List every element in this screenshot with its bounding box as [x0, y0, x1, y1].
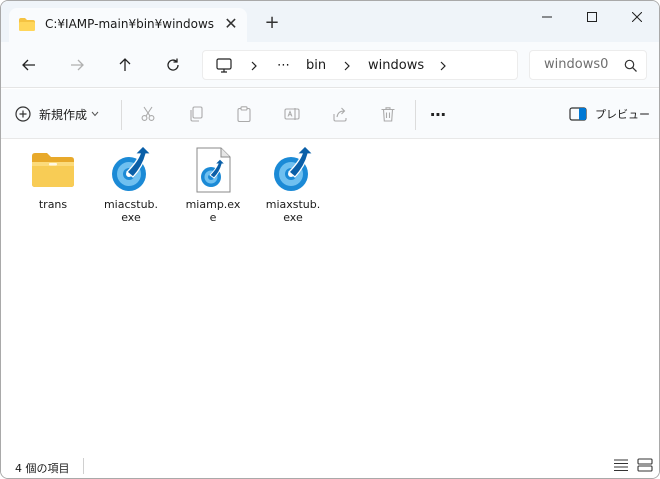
clipboard-icon [237, 106, 251, 122]
paste-button[interactable] [233, 103, 255, 125]
folder-icon [19, 18, 35, 31]
maximize-icon [587, 12, 597, 22]
more-options-button[interactable]: ⋯ [427, 103, 449, 125]
address-bar[interactable]: ⋯ bin windows [202, 50, 518, 80]
share-button[interactable] [329, 103, 351, 125]
exe-file-icon [196, 147, 231, 193]
chevron-right-icon[interactable] [250, 61, 258, 71]
forward-button[interactable] [63, 51, 91, 79]
search-icon [624, 59, 637, 72]
file-item-miacstub[interactable]: miacstub.exe [95, 146, 167, 224]
plus-circle-icon [15, 106, 31, 122]
file-item-trans[interactable]: trans [17, 146, 89, 211]
copy-button[interactable] [185, 103, 207, 125]
computer-icon [216, 58, 232, 73]
arrow-left-icon [22, 59, 35, 71]
file-name: miacstub.exe [103, 198, 159, 224]
refresh-icon [167, 58, 179, 71]
preview-label: プレビュー [595, 108, 650, 121]
rename-button[interactable] [281, 103, 303, 125]
arrow-up-icon [119, 58, 131, 71]
file-name: miaxstub.exe [265, 198, 321, 224]
arrow-right-icon [71, 59, 84, 71]
title-bar: C:¥IAMP-main¥bin¥windows ✕ + [1, 1, 659, 42]
maximize-button[interactable] [569, 1, 615, 33]
tab-current[interactable]: C:¥IAMP-main¥bin¥windows ✕ [9, 8, 247, 42]
minimize-icon [542, 16, 552, 18]
details-view-icon[interactable] [613, 458, 629, 472]
navigation-bar: ⋯ bin windows windows0 [1, 42, 659, 88]
close-icon [632, 12, 642, 22]
tiles-view-icon[interactable] [637, 458, 653, 472]
status-bar: 4 個の項目 [1, 450, 659, 478]
file-name: trans [38, 198, 68, 211]
breadcrumb-windows[interactable]: windows [368, 51, 424, 81]
refresh-button[interactable] [159, 51, 187, 79]
rename-icon [284, 108, 300, 120]
separator [121, 100, 122, 130]
file-name: miamp.exe [185, 198, 241, 224]
cut-button[interactable] [137, 103, 159, 125]
separator [83, 458, 84, 474]
separator [415, 100, 416, 130]
breadcrumb-bin[interactable]: bin [306, 51, 326, 81]
tab-close-icon[interactable]: ✕ [221, 14, 241, 34]
item-count: 4 個の項目 [15, 462, 70, 475]
breadcrumb-overflow[interactable]: ⋯ [277, 51, 290, 81]
tab-title: C:¥IAMP-main¥bin¥windows [45, 17, 215, 31]
file-item-miamp[interactable]: miamp.exe [177, 146, 249, 224]
chevron-down-icon [91, 111, 99, 117]
trash-icon [381, 107, 395, 122]
search-box[interactable]: windows0 [529, 50, 647, 80]
delete-button[interactable] [377, 103, 399, 125]
scissors-icon [141, 106, 155, 121]
close-window-button[interactable] [614, 1, 659, 33]
chevron-right-icon[interactable] [343, 61, 351, 71]
command-bar: 新規作成 ⋯ プレビュー [1, 89, 659, 139]
chevron-right-icon[interactable] [439, 61, 447, 71]
back-button[interactable] [15, 51, 43, 79]
exe-disc-arrow-icon [112, 146, 153, 191]
copy-icon [190, 106, 203, 122]
preview-pane-icon [569, 107, 587, 121]
file-list: trans miacstub.exe miamp.exe miaxstub.ex… [1, 140, 659, 450]
new-button-label: 新規作成 [39, 107, 88, 122]
share-icon [333, 107, 347, 122]
explorer-window: C:¥IAMP-main¥bin¥windows ✕ + ⋯ bin windo… [0, 0, 660, 479]
up-button[interactable] [111, 51, 139, 79]
folder-icon [32, 153, 74, 187]
minimize-button[interactable] [524, 1, 570, 33]
new-tab-button[interactable]: + [262, 13, 282, 33]
exe-disc-arrow-icon [274, 146, 315, 191]
preview-button[interactable]: プレビュー [569, 103, 650, 125]
new-button[interactable]: 新規作成 [15, 100, 109, 128]
file-item-miaxstub[interactable]: miaxstub.exe [257, 146, 329, 224]
search-placeholder: windows0 [544, 57, 609, 72]
